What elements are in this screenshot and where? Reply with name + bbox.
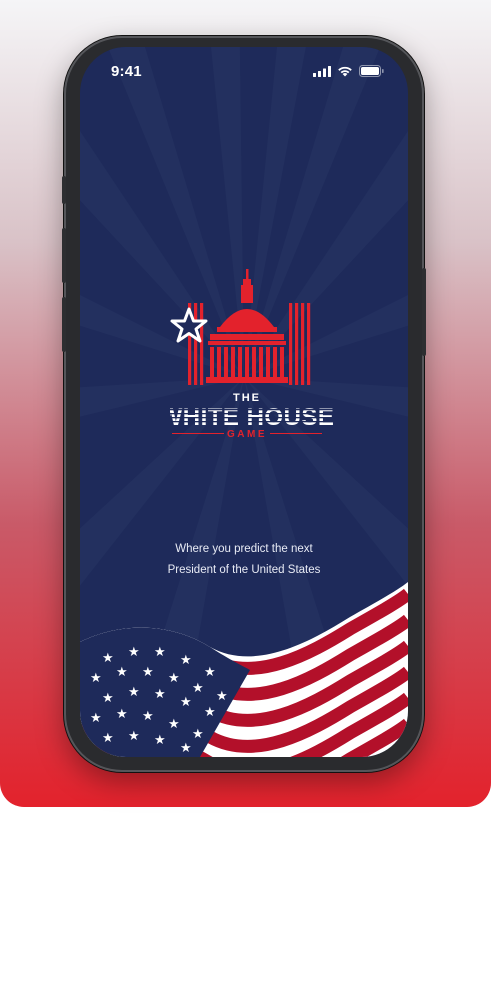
svg-text:★: ★	[204, 705, 216, 720]
logo-text-the: THE	[233, 392, 261, 404]
svg-text:★: ★	[192, 681, 204, 696]
battery-icon	[359, 65, 384, 77]
tagline-line-1: Where you predict the next	[175, 543, 313, 555]
logo-text-game: GAME	[227, 429, 267, 440]
side-button-silent	[62, 176, 66, 204]
svg-text:★: ★	[154, 645, 166, 660]
svg-text:★: ★	[128, 729, 140, 744]
logo-rule-right	[270, 433, 322, 434]
svg-text:★: ★	[142, 709, 154, 724]
wifi-icon	[338, 66, 352, 76]
signal-icon	[313, 65, 331, 77]
svg-text:★: ★	[90, 711, 102, 726]
status-time: 9:41	[111, 63, 142, 80]
svg-text:★: ★	[180, 695, 192, 710]
svg-text:★: ★	[116, 707, 128, 722]
side-button-power	[422, 268, 426, 356]
svg-text:★: ★	[142, 665, 154, 680]
us-flag-icon: ★ ★ ★★★ ★ ★ ★ ★★★ ★ ★ ★★★ ★ ★ ★★★ ★ ★ ★★	[80, 582, 408, 757]
capitol-dome-icon	[206, 269, 288, 383]
svg-text:★: ★	[204, 665, 216, 680]
app-screen: 9:41 THE GAME Where you predict the next…	[80, 47, 408, 757]
svg-text:★: ★	[168, 717, 180, 732]
svg-text:★: ★	[154, 733, 166, 748]
svg-text:★: ★	[154, 687, 166, 702]
svg-text:★: ★	[128, 645, 140, 660]
svg-text:★: ★	[102, 651, 114, 666]
side-button-volume-down	[62, 297, 66, 352]
svg-text:★: ★	[168, 671, 180, 686]
status-bar: 9:41	[80, 47, 408, 87]
svg-text:★: ★	[216, 689, 228, 704]
svg-text:★: ★	[192, 727, 204, 742]
logo-rule-left	[172, 433, 224, 434]
svg-text:★: ★	[102, 731, 114, 746]
svg-text:★: ★	[102, 691, 114, 706]
svg-text:★: ★	[180, 653, 192, 668]
svg-text:★: ★	[128, 685, 140, 700]
svg-text:★: ★	[90, 671, 102, 686]
svg-text:★: ★	[116, 665, 128, 680]
svg-text:★: ★	[180, 741, 192, 756]
side-button-volume-up	[62, 228, 66, 283]
white-house-game-logo: THE WHITE HOUSE GAME	[170, 269, 340, 440]
